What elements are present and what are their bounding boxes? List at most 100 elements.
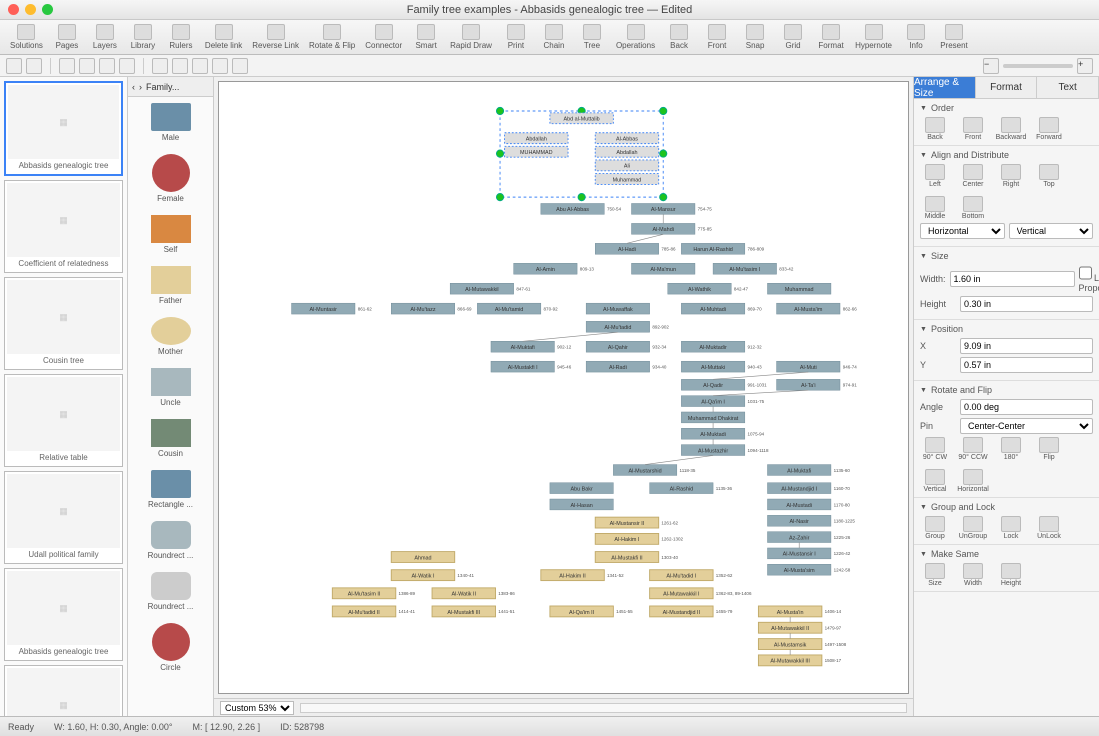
y-input[interactable] [960, 357, 1093, 373]
library-breadcrumb[interactable]: Family... [146, 82, 179, 92]
shape-female[interactable]: Female [128, 148, 213, 209]
btn-width[interactable]: Width [958, 563, 988, 587]
arc-tool[interactable] [79, 58, 95, 74]
shape-rectangle-[interactable]: Rectangle ... [128, 464, 213, 515]
shape-self[interactable]: Self [128, 209, 213, 260]
toolbar-delete-link[interactable]: Delete link [201, 21, 246, 53]
btn--[interactable]: 180° [996, 437, 1026, 461]
page-thumbnail[interactable]: ▦Cousin tree [4, 277, 123, 370]
toolbar-tree[interactable]: Tree [574, 21, 610, 53]
zoom-slider[interactable] [1003, 64, 1073, 68]
drawing-canvas[interactable]: Abd al-MuttalibAbdallahMUHAMMADAl-AbbasA… [218, 81, 909, 694]
tab-format[interactable]: Format [976, 77, 1038, 98]
btn-right[interactable]: Right [996, 164, 1026, 188]
tab-arrange[interactable]: Arrange & Size [914, 77, 976, 98]
btn-height[interactable]: Height [996, 563, 1026, 587]
toolbar-hypernote[interactable]: Hypernote [851, 21, 896, 53]
btn--ccw[interactable]: 90° CCW [958, 437, 988, 461]
btn-ungroup[interactable]: UnGroup [958, 516, 988, 540]
btn-middle[interactable]: Middle [920, 196, 950, 220]
btn-left[interactable]: Left [920, 164, 950, 188]
zoom-select[interactable]: Custom 53% [220, 701, 294, 715]
btn-back[interactable]: Back [920, 117, 950, 141]
section-makesame: Make Same [920, 549, 1093, 559]
shape-uncle[interactable]: Uncle [128, 362, 213, 413]
x-input[interactable] [960, 338, 1093, 354]
horizontal-scrollbar[interactable] [300, 703, 907, 713]
page-thumbnail[interactable]: ▦Abbasids genealogic tree [4, 81, 123, 176]
page-thumbnail[interactable]: ▦Abbasids genealogic tree [4, 568, 123, 661]
toolbar-rulers[interactable]: Rulers [163, 21, 199, 53]
pointer-tool[interactable] [6, 58, 22, 74]
tab-text[interactable]: Text [1037, 77, 1099, 98]
toolbar-smart[interactable]: Smart [408, 21, 444, 53]
pencil-tool[interactable] [212, 58, 228, 74]
toolbar-format[interactable]: Format [813, 21, 849, 53]
btn-top[interactable]: Top [1034, 164, 1064, 188]
btn-lock[interactable]: Lock [996, 516, 1026, 540]
line-tool[interactable] [59, 58, 75, 74]
btn-size[interactable]: Size [920, 563, 950, 587]
align-v-select[interactable]: Vertical [1009, 223, 1094, 239]
shape-roundrect-[interactable]: Roundrect ... [128, 566, 213, 617]
shape-circle[interactable]: Circle [128, 617, 213, 678]
btn-flip[interactable]: Flip [1034, 437, 1064, 461]
shape-father[interactable]: Father [128, 260, 213, 311]
toolbar-operations[interactable]: Operations [612, 21, 659, 53]
btn-vertical[interactable]: Vertical [920, 469, 950, 493]
library-back-icon[interactable]: ‹ [132, 82, 135, 92]
btn-backward[interactable]: Backward [996, 117, 1026, 141]
zoom-in[interactable]: + [1077, 58, 1093, 74]
pin-select[interactable]: Center-Center [960, 418, 1093, 434]
spline-tool[interactable] [119, 58, 135, 74]
svg-text:Al-Musta'sim: Al-Musta'sim [784, 568, 815, 574]
btn-unlock[interactable]: UnLock [1034, 516, 1064, 540]
btn-group[interactable]: Group [920, 516, 950, 540]
page-thumbnail[interactable]: ▦Relative table [4, 374, 123, 467]
btn-bottom[interactable]: Bottom [958, 196, 988, 220]
page-thumbnail[interactable]: ▦Udall political family [4, 471, 123, 564]
toolbar-back[interactable]: Back [661, 21, 697, 53]
shape-mother[interactable]: Mother [128, 311, 213, 362]
toolbar-present[interactable]: Present [936, 21, 972, 53]
shape-cousin[interactable]: Cousin [128, 413, 213, 464]
toolbar-snap[interactable]: Snap [737, 21, 773, 53]
btn-front[interactable]: Front [958, 117, 988, 141]
toolbar-pages[interactable]: Pages [49, 21, 85, 53]
height-input[interactable] [960, 296, 1093, 312]
toolbar-info[interactable]: Info [898, 21, 934, 53]
ellipse-tool[interactable] [172, 58, 188, 74]
page-thumbnail[interactable]: ▦ [4, 665, 123, 716]
toolbar-layers[interactable]: Layers [87, 21, 123, 53]
library-fwd-icon[interactable]: › [139, 82, 142, 92]
toolbar-print[interactable]: Print [498, 21, 534, 53]
lock-proportions[interactable] [1079, 265, 1092, 281]
align-h-select[interactable]: Horizontal [920, 223, 1005, 239]
btn-forward[interactable]: Forward [1034, 117, 1064, 141]
toolbar-solutions[interactable]: Solutions [6, 21, 47, 53]
page-thumbnail[interactable]: ▦Coefficient of relatedness [4, 180, 123, 273]
brush-tool[interactable] [232, 58, 248, 74]
rect-tool[interactable] [152, 58, 168, 74]
width-input[interactable] [950, 271, 1075, 287]
shape-roundrect-[interactable]: Roundrect ... [128, 515, 213, 566]
toolbar-chain[interactable]: Chain [536, 21, 572, 53]
toolbar-front[interactable]: Front [699, 21, 735, 53]
toolbar-library[interactable]: Library [125, 21, 161, 53]
btn-horizontal[interactable]: Horizontal [958, 469, 988, 493]
btn--cw[interactable]: 90° CW [920, 437, 950, 461]
toolbar-reverse-link[interactable]: Reverse Link [248, 21, 303, 53]
toolbar-connector[interactable]: Connector [361, 21, 406, 53]
svg-text:866-69: 866-69 [457, 306, 472, 311]
shape-male[interactable]: Male [128, 97, 213, 148]
toolbar-rapid-draw[interactable]: Rapid Draw [446, 21, 496, 53]
text-tool[interactable] [26, 58, 42, 74]
angle-input[interactable] [960, 399, 1093, 415]
svg-text:940-43: 940-43 [748, 364, 763, 369]
toolbar-grid[interactable]: Grid [775, 21, 811, 53]
bezier-tool[interactable] [99, 58, 115, 74]
star-tool[interactable] [192, 58, 208, 74]
toolbar-rotate-flip[interactable]: Rotate & Flip [305, 21, 359, 53]
zoom-out[interactable]: − [983, 58, 999, 74]
btn-center[interactable]: Center [958, 164, 988, 188]
